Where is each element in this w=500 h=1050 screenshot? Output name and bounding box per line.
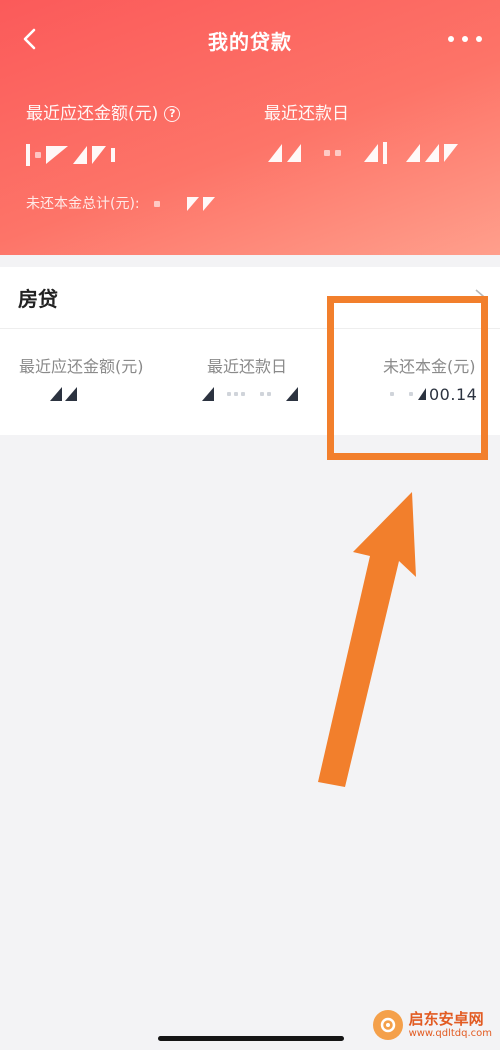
watermark: 启东安卓网 www.qdltdq.com — [372, 1010, 492, 1040]
more-button[interactable] — [448, 26, 482, 52]
recent-amount-label: 最近应还金额(元)? — [26, 99, 181, 124]
unpaid-total: 未还本金总计(元): — [26, 193, 215, 213]
col-recent-amount-label: 最近应还金额(元) — [19, 357, 144, 376]
help-icon[interactable]: ? — [164, 105, 181, 122]
col-recent-date-label: 最近还款日 — [207, 357, 288, 376]
loan-type-title: 房贷 — [18, 287, 58, 311]
watermark-name: 启东安卓网 — [408, 1010, 484, 1029]
loan-summary-header: 我的贷款 最近应还金额(元)? 最近还款日 未还本金总计(元): — [0, 0, 500, 255]
col-recent-date-value — [202, 383, 301, 405]
col-recent-amount-value — [50, 383, 80, 405]
more-dots-icon — [448, 36, 454, 42]
page-title: 我的贷款 — [208, 30, 292, 54]
home-indicator[interactable] — [158, 1036, 344, 1041]
highlight-box — [327, 296, 488, 460]
watermark-url: www.qdltdq.com — [408, 1027, 492, 1039]
watermark-logo-icon — [372, 1010, 403, 1040]
recent-date-label: 最近还款日 — [264, 104, 349, 124]
recent-amount-value-masked — [26, 140, 115, 170]
recent-date-value-masked — [268, 138, 458, 168]
